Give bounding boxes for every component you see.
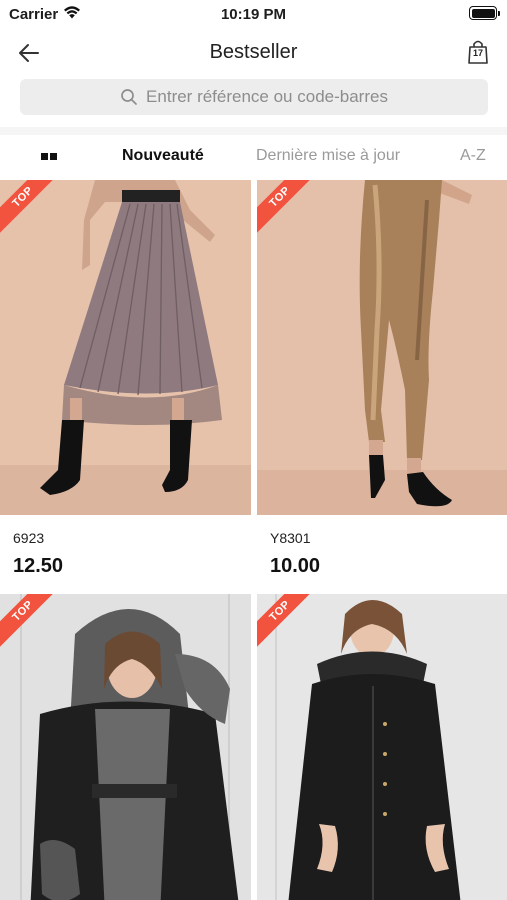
product-card[interactable]: TOP Y8301 10.00 xyxy=(257,180,507,590)
product-price: 12.50 xyxy=(13,555,64,577)
shopping-bag-button[interactable]: 17 xyxy=(467,39,489,65)
product-image: TOP xyxy=(0,180,251,515)
sort-tab-newest[interactable]: Nouveauté xyxy=(122,147,204,165)
grid-view-toggle-icon[interactable] xyxy=(38,149,62,165)
sort-tab-a-z[interactable]: A-Z xyxy=(460,147,486,165)
search-placeholder: Entrer référence ou code-barres xyxy=(146,87,388,106)
product-card[interactable]: TOP xyxy=(0,594,251,900)
section-divider xyxy=(0,127,507,135)
battery-icon xyxy=(469,6,500,20)
bag-count-badge: 17 xyxy=(472,48,483,58)
search-icon xyxy=(121,89,137,105)
product-reference: Y8301 xyxy=(270,530,311,546)
clock: 10:19 PM xyxy=(220,6,287,23)
product-card[interactable]: TOP 6923 12.50 xyxy=(0,180,251,590)
product-image: TOP xyxy=(257,180,507,515)
sort-bar: Nouveauté Dernière mise à jour A-Z xyxy=(0,135,507,179)
product-price: 10.00 xyxy=(270,555,321,577)
sort-tab-last-updated[interactable]: Dernière mise à jour xyxy=(256,147,400,165)
navigation-bar: Bestseller 17 xyxy=(0,28,507,76)
product-grid: TOP 6923 12.50 TOP Y8301 10.00 TOP TOP xyxy=(0,180,507,900)
product-image: TOP xyxy=(0,594,251,900)
metallic-leggings-photo xyxy=(257,180,507,515)
faux-fur-hooded-jacket-photo xyxy=(20,594,239,900)
pleated-tulle-skirt-photo xyxy=(0,180,251,515)
page-title: Bestseller xyxy=(209,41,298,63)
black-parka-photo xyxy=(275,594,461,900)
product-reference: 6923 xyxy=(13,530,45,546)
product-image: TOP xyxy=(257,594,507,900)
status-bar: Carrier 10:19 PM xyxy=(0,0,507,28)
search-input[interactable]: Entrer référence ou code-barres xyxy=(20,79,488,115)
product-card[interactable]: TOP xyxy=(257,594,507,900)
